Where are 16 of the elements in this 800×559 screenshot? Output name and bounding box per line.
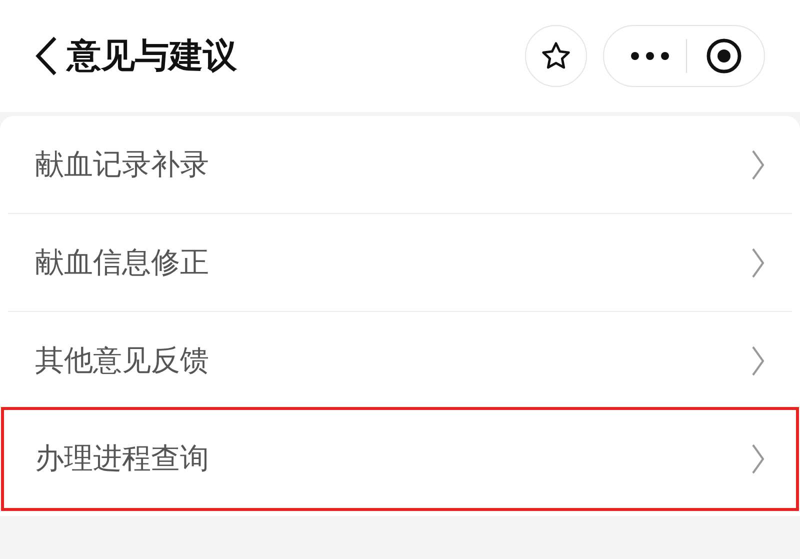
chevron-icon <box>751 248 765 278</box>
page-title: 意见与建议 <box>67 34 237 78</box>
menu-item-label: 办理进程查询 <box>35 440 209 478</box>
chevron-icon <box>751 150 765 180</box>
more-icon[interactable] <box>630 51 670 61</box>
menu-item-label: 献血记录补录 <box>35 146 209 183</box>
menu-item[interactable]: 其他意见反馈 <box>8 312 792 410</box>
menu-item[interactable]: 献血信息修正 <box>8 214 792 312</box>
menu-item-label: 献血信息修正 <box>35 244 209 281</box>
highlighted-menu-item[interactable]: 办理进程查询 <box>4 410 796 508</box>
back-icon[interactable] <box>35 36 57 76</box>
chevron-icon <box>751 346 765 376</box>
chevron-icon <box>751 444 765 474</box>
menu-item-label: 其他意见反馈 <box>35 342 209 379</box>
close-mini-program-icon[interactable] <box>706 38 742 74</box>
menu-item[interactable]: 献血记录补录 <box>8 116 792 214</box>
